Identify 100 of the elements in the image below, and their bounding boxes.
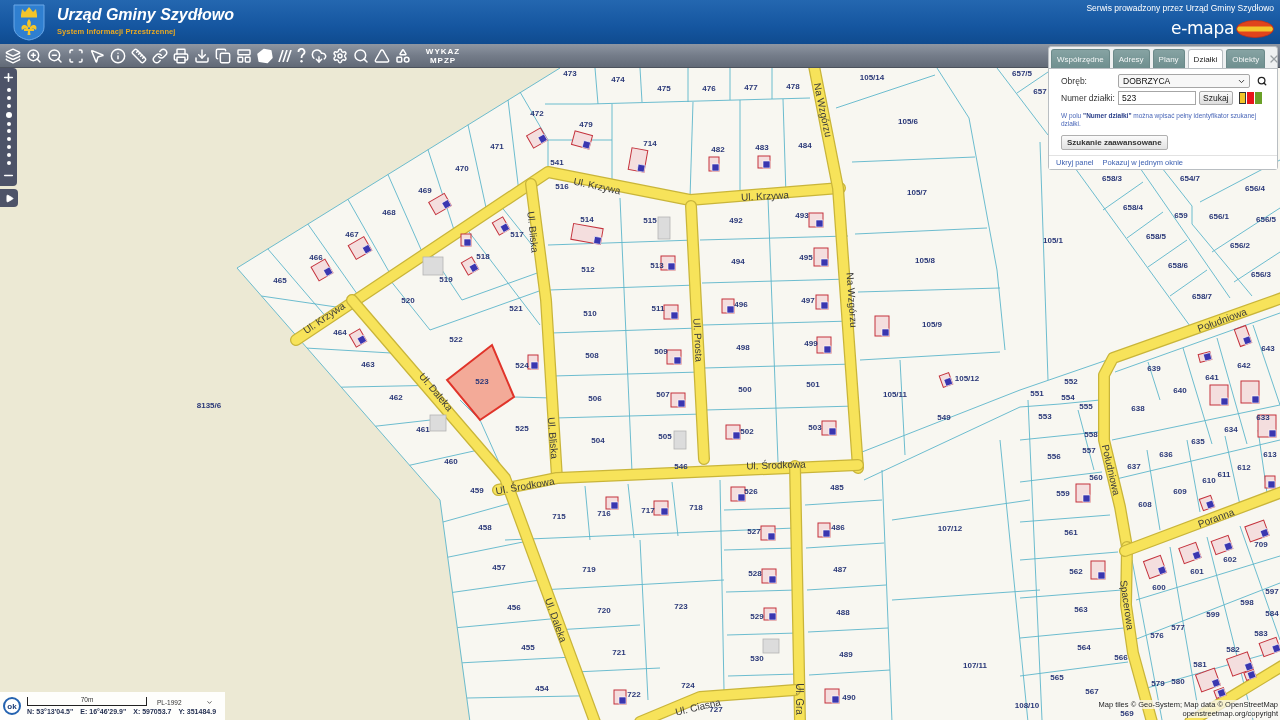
- parcel-number: 638: [1131, 403, 1145, 413]
- parcel-number: 499: [804, 338, 818, 348]
- zoom-out-icon[interactable]: [47, 47, 63, 64]
- zoom-level-dot[interactable]: [6, 145, 11, 150]
- search-button[interactable]: Szukaj: [1199, 91, 1233, 105]
- copy-icon[interactable]: [215, 47, 231, 64]
- search-icon[interactable]: [1257, 76, 1267, 86]
- precinct-select[interactable]: DOBRZYCA: [1118, 74, 1250, 88]
- parcel-number: 516: [555, 181, 569, 191]
- settings-icon[interactable]: [332, 47, 348, 64]
- color-swatch[interactable]: [1246, 92, 1254, 104]
- triangle-icon[interactable]: [374, 47, 390, 64]
- zoom-level-dot[interactable]: [6, 95, 11, 100]
- parcel-number: 502: [740, 426, 754, 436]
- parcel-number: 479: [579, 119, 593, 129]
- parcel-number: 553: [1038, 411, 1052, 421]
- shapes-icon[interactable]: [395, 47, 411, 64]
- parcel-number: 658/6: [1168, 260, 1188, 270]
- building-icon: [571, 130, 593, 150]
- building-icon: [762, 638, 780, 654]
- street-name: Na Wzgórzu: [844, 272, 860, 328]
- zoom-level-dot[interactable]: [6, 129, 11, 134]
- parcel-number: 108/10: [1014, 700, 1040, 710]
- parcel-number: 107/11: [963, 660, 987, 670]
- zoom-level-dot[interactable]: [6, 87, 11, 92]
- advanced-search-button[interactable]: Szukanie zaawansowane: [1061, 135, 1168, 150]
- street-name: Ul. Bliska: [525, 210, 541, 254]
- street-name: Ul. Gra: [793, 683, 805, 715]
- color-swatch[interactable]: [1238, 92, 1246, 104]
- parcel-number: 520: [401, 295, 415, 305]
- parcel-number: 567: [1085, 686, 1099, 696]
- parcel-number: 641: [1205, 372, 1219, 382]
- zoom-level-dot[interactable]: [6, 161, 11, 166]
- color-swatch[interactable]: [1254, 92, 1262, 104]
- zoom-level-dot[interactable]: [6, 153, 11, 158]
- street-name: Ul. Bliska: [545, 416, 561, 460]
- ruler-icon[interactable]: [131, 47, 147, 64]
- info-icon[interactable]: [110, 47, 126, 64]
- parcel-number: 511: [651, 303, 665, 313]
- zoom-level-dot[interactable]: [6, 137, 11, 142]
- printer-icon[interactable]: [173, 47, 189, 64]
- ok-button[interactable]: ok: [3, 697, 21, 715]
- parcel-number: 503: [808, 422, 822, 432]
- plan-list-button[interactable]: WYKAZ MPZP: [424, 46, 462, 65]
- zoom-level-dot[interactable]: [5, 111, 12, 118]
- street-name: Ul. Prosta: [691, 317, 705, 363]
- pointer-icon[interactable]: [89, 47, 105, 64]
- parcel-number: 719: [582, 564, 596, 574]
- building-icon: [627, 147, 649, 173]
- layers-icon[interactable]: [5, 47, 21, 64]
- parcel-number: 611: [1217, 469, 1231, 479]
- building-icon: [491, 216, 511, 236]
- parcel-number: 458: [478, 522, 492, 532]
- parcel-number: 637: [1127, 461, 1141, 471]
- chain-link-icon[interactable]: [152, 47, 168, 64]
- zoom-in-icon[interactable]: [26, 47, 42, 64]
- parcel-number: 610: [1202, 475, 1216, 485]
- parcel-number: 559: [1056, 488, 1070, 498]
- hatching-icon[interactable]: [278, 49, 292, 62]
- parcel-number-input[interactable]: 523: [1118, 91, 1196, 105]
- parcel-number: 508: [585, 350, 599, 360]
- parcel-number: 566: [1114, 652, 1128, 662]
- building-icon: [666, 349, 682, 365]
- building-icon: [1244, 519, 1270, 543]
- parcel-number: 483: [755, 142, 769, 152]
- parcel-number: 561: [1064, 527, 1078, 537]
- zoom-in-icon[interactable]: [2, 71, 15, 84]
- parcel-number: 583: [1254, 628, 1268, 638]
- building-icon: [1090, 560, 1106, 580]
- parcel-number: 723: [674, 601, 688, 611]
- parcel-number: 105/1: [1043, 235, 1063, 245]
- parcel-number: 484: [798, 140, 812, 150]
- download-icon[interactable]: [194, 47, 210, 64]
- zoom-level-dot[interactable]: [6, 121, 11, 126]
- parcel-number: 497: [801, 295, 815, 305]
- parcel-number: 107/12: [937, 523, 963, 533]
- parcel-number: 556: [1047, 451, 1061, 461]
- parcel-number: 8135/6: [196, 400, 222, 410]
- help-icon[interactable]: [297, 48, 306, 63]
- building-icon: [1264, 475, 1276, 489]
- building-icon: [824, 688, 840, 704]
- parcel-number: 562: [1069, 566, 1083, 576]
- parcel-number: 717: [641, 505, 655, 515]
- zoom-level-dot[interactable]: [6, 103, 11, 108]
- cloud-download-icon[interactable]: [311, 47, 327, 64]
- parcel-number: 466: [309, 252, 323, 262]
- layout-icon[interactable]: [236, 47, 252, 64]
- parcel-number: 496: [734, 299, 748, 309]
- full-extent-icon[interactable]: [68, 47, 84, 64]
- panel-toggle-button[interactable]: [0, 189, 18, 207]
- polygon-icon[interactable]: [257, 47, 273, 64]
- parcel-number: 657: [1033, 86, 1047, 96]
- panel-tab[interactable]: Działki: [1187, 49, 1224, 68]
- parcel-number: 459: [470, 485, 484, 495]
- building-icon: [1197, 351, 1213, 363]
- parcel-number: 656/2: [1230, 240, 1250, 250]
- building-icon: [613, 689, 627, 705]
- parcel-number: 654/7: [1180, 173, 1200, 183]
- parcel-number: 634: [1224, 424, 1238, 434]
- field-label: Obręb:: [1061, 76, 1088, 86]
